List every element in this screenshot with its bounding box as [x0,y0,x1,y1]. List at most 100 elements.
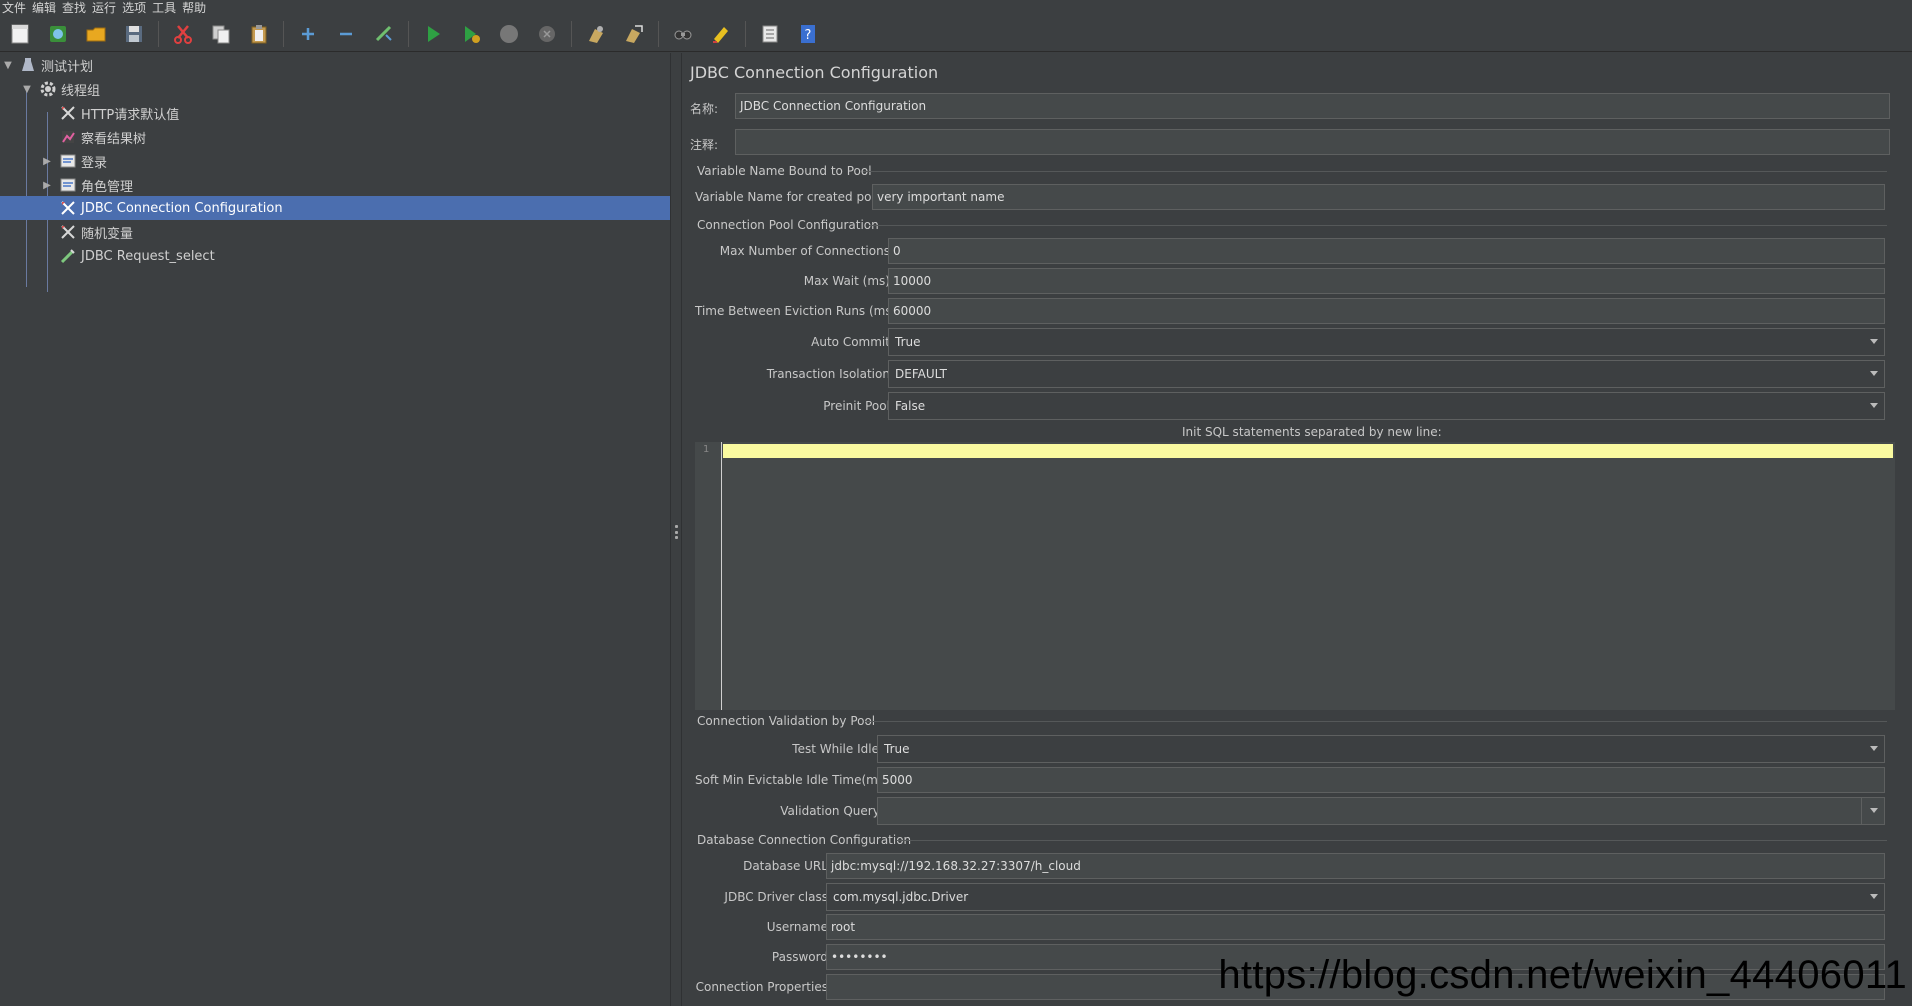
driver-select[interactable]: com.mysql.jdbc.Driver [826,883,1885,911]
menu-help[interactable]: 帮助 [180,0,210,16]
clear-button[interactable] [582,20,610,48]
toggle-icon [375,25,392,41]
templates-button[interactable] [44,20,72,48]
watermark-text: https://blog.csdn.net/weixin_44406011 [1218,953,1907,997]
chevron-down-icon[interactable] [1870,808,1878,813]
menu-run[interactable]: 运行 [90,0,120,16]
search-icon [674,30,692,39]
tree-item-results-tree[interactable]: 察看结果树 [0,125,670,149]
test-plan-icon [19,56,37,74]
config-element-icon [59,223,77,241]
menu-tools[interactable]: 工具 [150,0,180,16]
templates-icon [50,25,66,42]
expand-arrow-icon[interactable]: ▼ [2,59,14,71]
group-divider [865,721,1887,722]
isolation-select[interactable]: DEFAULT [888,360,1885,388]
menu-search[interactable]: 查找 [60,0,90,16]
help-button[interactable]: ? [794,20,822,48]
eviction-label: Time Between Eviction Runs (ms): [695,304,901,318]
var-name-field[interactable]: very important name [872,184,1885,210]
collapse-arrow-icon[interactable]: ▶ [41,155,53,167]
name-field[interactable]: JDBC Connection Configuration [735,93,1890,119]
validation-query-combo[interactable] [877,797,1885,825]
var-name-label: Variable Name for created pool: [695,190,887,204]
expand-arrow-icon[interactable]: ▼ [21,83,33,95]
init-sql-label: Init SQL statements separated by new lin… [1182,425,1442,439]
collapse-arrow-icon[interactable]: ▶ [41,179,53,191]
db-url-field[interactable]: jdbc:mysql://192.168.32.27:3307/h_cloud [826,853,1885,879]
eviction-field[interactable]: 60000 [888,298,1885,324]
controller-icon [59,176,77,194]
page-title: JDBC Connection Configuration [690,63,939,82]
soft-min-field[interactable]: 5000 [877,767,1885,793]
copy-button[interactable] [207,20,235,48]
expand-icon [302,27,314,40]
function-helper-button[interactable] [756,20,784,48]
config-element-icon [59,104,77,122]
new-icon [11,24,29,43]
toggle-button[interactable] [370,20,398,48]
stop-button[interactable] [495,20,523,48]
expand-button[interactable] [294,20,322,48]
open-button[interactable] [82,20,110,48]
test-plan-tree: ▼ 测试计划 ▼ 线程组 HTTP请求默认值 察看结果树 ▶ 登录 ▶ 角色管理… [0,53,670,1006]
toolbar: ? [0,16,1912,52]
menu-bar: 文件 编辑 查找 运行 选项 工具 帮助 [0,0,1912,16]
init-sql-editor[interactable]: 1 [695,442,1895,710]
listener-icon [59,128,77,146]
reset-search-button[interactable] [707,20,735,48]
toolbar-separator [658,20,659,47]
start-no-pause-button[interactable] [457,20,485,48]
group-divider [897,840,1887,841]
menu-options[interactable]: 选项 [120,0,150,16]
variable-group-title: Variable Name Bound to Pool [697,164,872,178]
stop-icon [500,24,518,43]
max-conn-field[interactable]: 0 [888,238,1885,264]
chevron-down-icon [1870,746,1878,751]
chevron-down-icon [1870,371,1878,376]
tree-item-jdbc-connection-configuration[interactable]: JDBC Connection Configuration [0,196,670,220]
preinit-label: Preinit Pool: [823,399,894,413]
comment-field[interactable] [735,129,1890,155]
new-button[interactable] [6,20,34,48]
line-number-gutter: 1 [695,442,722,710]
clear-all-button[interactable] [620,20,648,48]
isolation-label: Transaction Isolation: [766,367,894,381]
shutdown-button[interactable] [533,20,561,48]
username-label: Username: [766,920,832,934]
preinit-select[interactable]: False [888,392,1885,420]
comment-label: 注释: [690,138,719,152]
start-no-pause-icon [465,25,480,43]
toolbar-separator [745,20,746,47]
save-button[interactable] [120,20,148,48]
tree-item-test-plan[interactable]: ▼ 测试计划 [0,53,670,77]
search-button[interactable] [669,20,697,48]
copy-icon [212,25,230,43]
tree-item-thread-group[interactable]: ▼ 线程组 [0,77,670,101]
username-field[interactable]: root [826,914,1885,940]
auto-commit-select[interactable]: True [888,328,1885,356]
max-wait-field[interactable]: 10000 [888,268,1885,294]
combo-divider [1861,798,1862,824]
start-button[interactable] [419,20,447,48]
cut-button[interactable] [169,20,197,48]
tree-item-role-management[interactable]: ▶ 角色管理 [0,173,670,197]
tree-item-http-defaults[interactable]: HTTP请求默认值 [0,101,670,125]
toolbar-separator [571,20,572,47]
collapse-button[interactable] [332,20,360,48]
reset-search-icon [713,26,728,43]
tree-item-login[interactable]: ▶ 登录 [0,149,670,173]
tree-item-jdbc-request-select[interactable]: JDBC Request_select [0,244,670,268]
toolbar-separator [408,20,409,47]
menu-file[interactable]: 文件 [0,0,30,16]
tree-item-random-variable[interactable]: 随机变量 [0,220,670,244]
save-icon [126,25,142,42]
test-idle-select[interactable]: True [877,735,1885,763]
svg-text:?: ? [805,28,812,43]
cut-icon [174,24,192,44]
max-wait-label: Max Wait (ms): [803,274,894,288]
menu-edit[interactable]: 编辑 [30,0,60,16]
config-element-icon [59,199,77,217]
paste-button[interactable] [245,20,273,48]
pane-splitter[interactable] [670,53,682,1006]
